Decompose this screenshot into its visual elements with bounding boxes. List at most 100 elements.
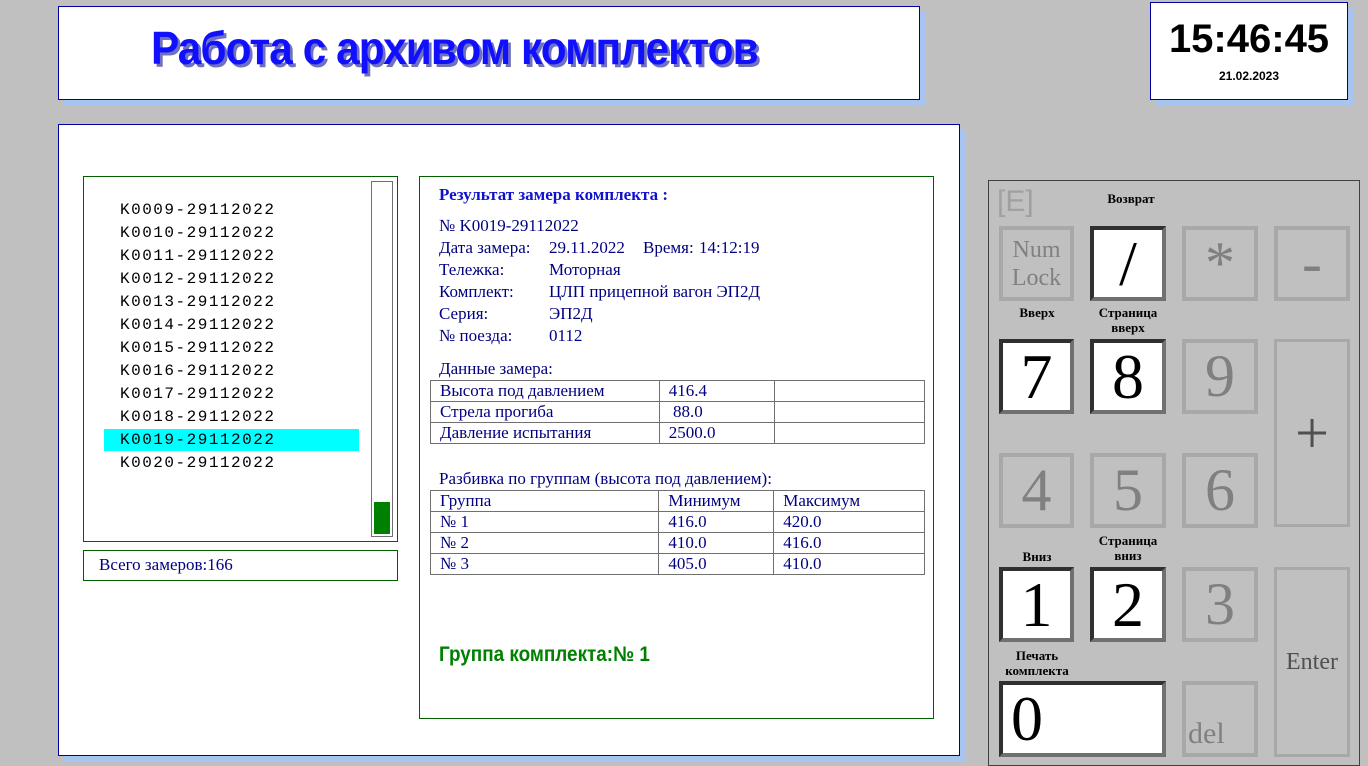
table-cell: 410.0 bbox=[773, 553, 925, 575]
archive-list: K0009-29112022 K0010-29112022 K0011-291120… bbox=[83, 176, 398, 542]
key-8-page-up[interactable]: 8 bbox=[1090, 339, 1166, 414]
table-cell: 2500.0 bbox=[658, 422, 775, 444]
table-cell: 416.0 bbox=[658, 511, 775, 533]
label-down: Вниз bbox=[1022, 549, 1052, 564]
label-back: Возврат bbox=[1107, 191, 1155, 206]
label-page-down: Страница вниз bbox=[1098, 533, 1158, 563]
key-plus[interactable]: + bbox=[1274, 339, 1350, 527]
table-cell bbox=[773, 422, 926, 444]
groups-title: Разбивка по группам (высота под давление… bbox=[439, 469, 772, 488]
list-item[interactable]: K0013-29112022 bbox=[104, 291, 359, 313]
key-slash[interactable]: / bbox=[1090, 226, 1166, 301]
measure-row: Давление испытания 2500.0 bbox=[430, 422, 926, 444]
list-item[interactable]: K0019-29112022 bbox=[104, 429, 359, 451]
measure-row: Высота под давлением 416.4 bbox=[430, 380, 926, 402]
measure-row: Стрела прогиба 88.0 bbox=[430, 401, 926, 423]
result-panel: Результат замера комплекта : № K0019-291… bbox=[419, 176, 934, 719]
key-0-print[interactable]: 0 bbox=[999, 681, 1166, 757]
measure-data-title: Данные замера: bbox=[439, 359, 553, 378]
key-enter[interactable]: Enter bbox=[1274, 567, 1350, 757]
scrollbar-thumb[interactable] bbox=[374, 502, 390, 534]
list-item[interactable]: K0011-29112022 bbox=[104, 245, 359, 267]
total-count-box: Всего замеров:166 bbox=[83, 550, 398, 581]
list-item[interactable]: K0012-29112022 bbox=[104, 268, 359, 290]
field-label: Комплект: bbox=[439, 282, 514, 301]
groups-row: № 1 416.0 420.0 bbox=[429, 511, 925, 533]
key-6[interactable]: 6 bbox=[1182, 453, 1258, 528]
list-item-label: K0018-29112022 bbox=[120, 408, 276, 426]
field-value: Моторная bbox=[549, 260, 621, 279]
key-4[interactable]: 4 bbox=[999, 453, 1074, 528]
list-item[interactable]: K0010-29112022 bbox=[104, 222, 359, 244]
key-9[interactable]: 9 bbox=[1182, 339, 1258, 414]
label-page-up: Страница вверх bbox=[1098, 305, 1158, 335]
label-print: Печать комплекта bbox=[1005, 648, 1069, 678]
table-cell bbox=[773, 401, 926, 423]
groups-row: № 3 405.0 410.0 bbox=[429, 553, 925, 575]
clock-time: 15:46:45 bbox=[1168, 17, 1330, 61]
measure-time: 14:12:19 bbox=[699, 238, 760, 257]
e-label: [E] bbox=[997, 185, 1034, 218]
table-cell: № 2 bbox=[429, 532, 660, 554]
field-label: Серия: bbox=[439, 304, 489, 323]
list-scrollbar[interactable] bbox=[371, 181, 393, 537]
key-5[interactable]: 5 bbox=[1090, 453, 1166, 528]
key-delete[interactable]: del bbox=[1182, 681, 1258, 757]
total-count: Всего замеров:166 bbox=[99, 555, 233, 574]
list-item[interactable]: K0020-29112022 bbox=[104, 452, 359, 474]
list-item-label: K0017-29112022 bbox=[120, 385, 276, 403]
list-item[interactable]: K0017-29112022 bbox=[104, 383, 359, 405]
key-multiply[interactable]: * bbox=[1182, 226, 1258, 301]
field-label: № поезда: bbox=[439, 326, 513, 345]
table-cell: № 3 bbox=[429, 553, 660, 575]
table-cell: 405.0 bbox=[658, 553, 775, 575]
table-cell: 416.4 bbox=[658, 380, 775, 402]
key-2-page-down[interactable]: 2 bbox=[1090, 567, 1166, 642]
key-3[interactable]: 3 bbox=[1182, 567, 1258, 642]
list-item-label: K0014-29112022 bbox=[120, 316, 276, 334]
measure-time-label: Время: bbox=[643, 238, 694, 257]
column-header: Минимум bbox=[658, 490, 775, 512]
title-panel: Работа с архивом комплектов bbox=[58, 6, 920, 100]
groups-row: № 2 410.0 416.0 bbox=[429, 532, 925, 554]
clock-panel: 15:46:45 21.02.2023 bbox=[1150, 2, 1348, 100]
measure-date-label: Дата замера: bbox=[439, 238, 531, 257]
list-item-label: K0015-29112022 bbox=[120, 339, 276, 357]
groups-table: Группа Минимум Максимум № 1 416.0 420.0 № 2 410… bbox=[429, 490, 925, 575]
list-item-label: K0019-29112022 bbox=[120, 431, 276, 449]
keypad: [E] Возврат Вверх Страница вверх Вниз Ст… bbox=[988, 180, 1360, 766]
page-title: Работа с архивом комплектов bbox=[151, 22, 759, 74]
column-header: Максимум bbox=[773, 490, 925, 512]
list-item-label: K0010-29112022 bbox=[120, 224, 276, 242]
list-item[interactable]: K0014-29112022 bbox=[104, 314, 359, 336]
list-item-label: K0009-29112022 bbox=[120, 201, 276, 219]
list-item-label: K0013-29112022 bbox=[120, 293, 276, 311]
key-1-down[interactable]: 1 bbox=[999, 567, 1074, 642]
field-value: ЭП2Д bbox=[549, 304, 593, 323]
field-label: Тележка: bbox=[439, 260, 505, 279]
table-cell bbox=[773, 380, 926, 402]
clock-date: 21.02.2023 bbox=[1218, 69, 1280, 83]
list-item[interactable]: K0018-29112022 bbox=[104, 406, 359, 428]
group-result: Группа комплекта:№ 1 bbox=[439, 643, 650, 666]
list-item[interactable]: K0016-29112022 bbox=[104, 360, 359, 382]
table-cell: Давление испытания bbox=[430, 422, 660, 444]
set-number: № K0019-29112022 bbox=[439, 216, 579, 235]
main-panel: K0009-29112022 K0010-29112022 K0011-291120… bbox=[58, 124, 960, 756]
key-7-up[interactable]: 7 bbox=[999, 339, 1074, 414]
groups-header-row: Группа Минимум Максимум bbox=[429, 490, 925, 512]
table-cell: № 1 bbox=[429, 511, 660, 533]
field-value: ЦЛП прицепной вагон ЭП2Д bbox=[549, 282, 761, 301]
table-cell: 410.0 bbox=[658, 532, 775, 554]
list-item[interactable]: K0009-29112022 bbox=[104, 199, 359, 221]
measure-date: 29.11.2022 bbox=[549, 238, 625, 257]
list-item-label: K0012-29112022 bbox=[120, 270, 276, 288]
key-minus[interactable]: - bbox=[1274, 226, 1350, 301]
list-item-label: K0020-29112022 bbox=[120, 454, 276, 472]
result-heading: Результат замера комплекта : bbox=[439, 185, 668, 204]
table-cell: 420.0 bbox=[773, 511, 925, 533]
list-item[interactable]: K0015-29112022 bbox=[104, 337, 359, 359]
column-header: Группа bbox=[429, 490, 660, 512]
key-numlock[interactable]: Num Lock bbox=[999, 226, 1074, 301]
list-item-label: K0016-29112022 bbox=[120, 362, 276, 380]
